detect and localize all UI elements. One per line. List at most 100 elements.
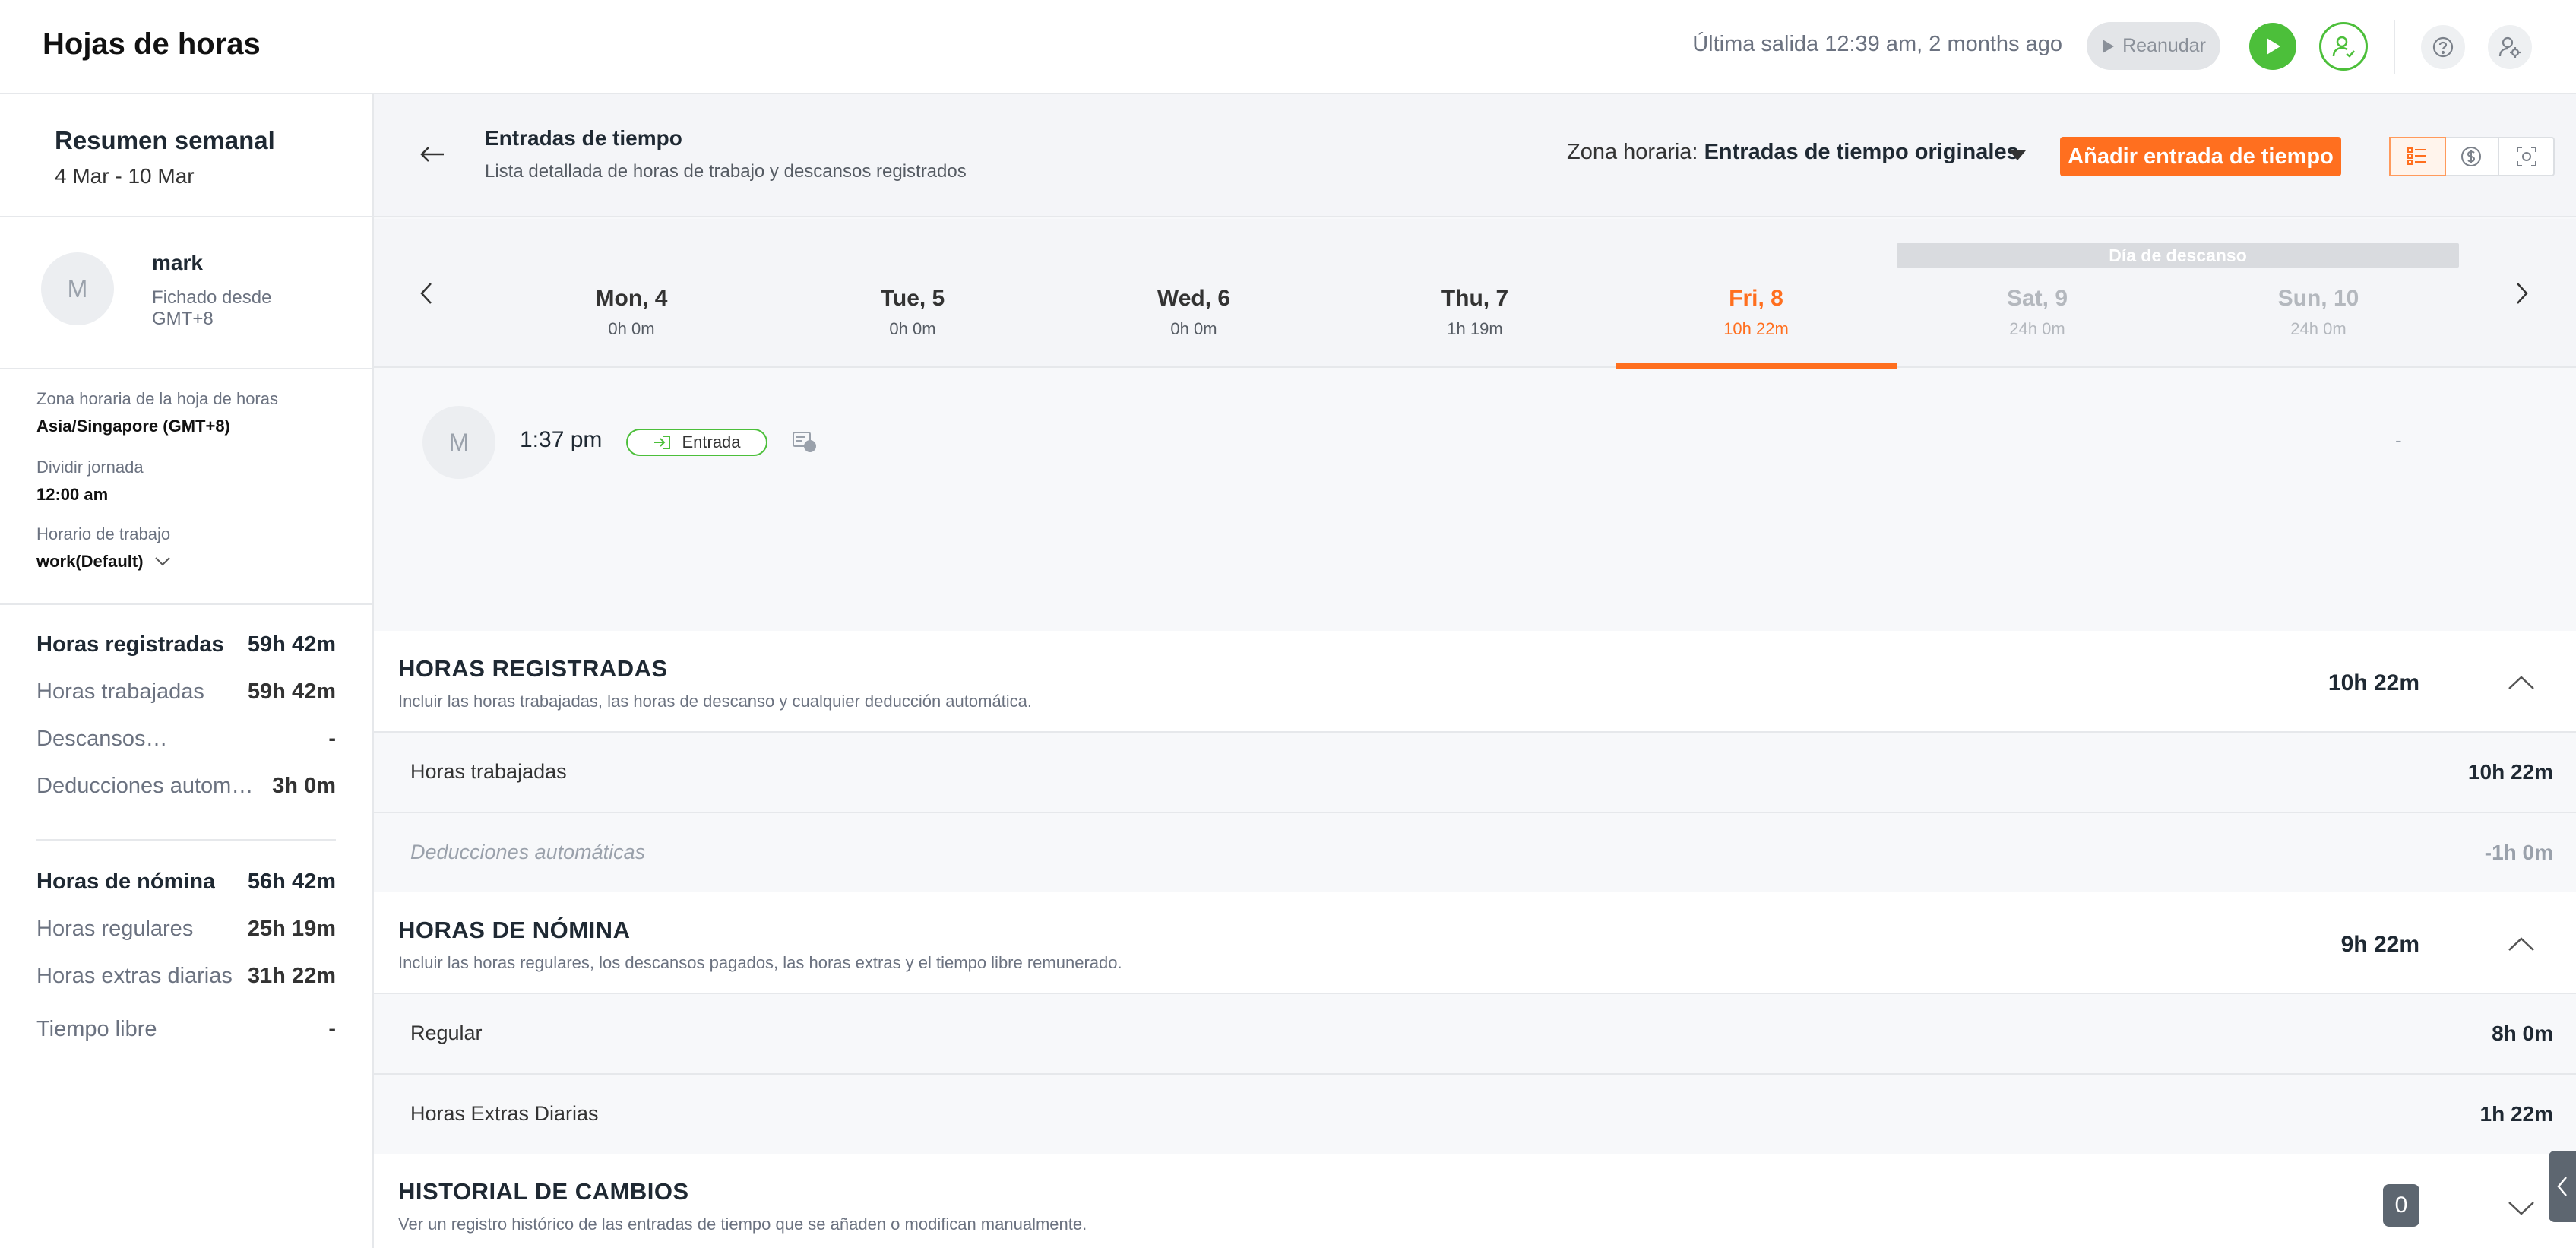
- time-entries-subtitle: Lista detallada de horas de trabajo y de…: [485, 161, 967, 182]
- day-hours: 10h 22m: [1723, 319, 1789, 338]
- chevron-up-icon[interactable]: [2508, 675, 2535, 694]
- previous-week-button[interactable]: [419, 278, 433, 312]
- photo-view-button[interactable]: [2499, 138, 2553, 175]
- stat-value: 59h 42m: [247, 679, 336, 704]
- day-tab-mon[interactable]: Mon, 4 0h 0m: [491, 286, 772, 339]
- stat-time-off: Tiempo libre -: [36, 1012, 336, 1046]
- day-name: Tue, 5: [880, 286, 945, 311]
- time-entries-panel: Entradas de tiempo Lista detallada de ho…: [374, 94, 2576, 1248]
- list-view-button[interactable]: [2389, 137, 2446, 176]
- tracked-hours-section[interactable]: HORAS REGISTRADAS Incluir las horas trab…: [374, 631, 2576, 733]
- stat-daily-overtime: Horas extras diarias 31h 22m: [36, 959, 336, 993]
- timesheet-timezone-value: Asia/Singapore (GMT+8): [36, 417, 230, 436]
- day-selector: Día de descanso Mon, 4 0h 0m Tue, 5 0h 0…: [374, 219, 2576, 369]
- day-tab-wed[interactable]: Wed, 6 0h 0m: [1053, 286, 1334, 339]
- next-week-button[interactable]: [2515, 278, 2529, 312]
- stat-label: Tiempo libre: [36, 1016, 157, 1041]
- face-scan-icon: [2516, 147, 2536, 166]
- day-hours: 0h 0m: [608, 319, 655, 338]
- time-entries-header: Entradas de tiempo Lista detallada de ho…: [374, 94, 2576, 217]
- settings-button[interactable]: [2488, 25, 2532, 69]
- resume-button[interactable]: Reanudar: [2087, 22, 2220, 70]
- note-icon: [793, 432, 816, 452]
- entry-note-button[interactable]: [792, 430, 818, 457]
- help-icon: [2432, 36, 2454, 58]
- user-check-icon: [2332, 36, 2355, 58]
- change-count-badge: 0: [2383, 1184, 2419, 1227]
- timesheet-timezone-label: Zona horaria de la hoja de horas: [36, 389, 278, 408]
- auto-deductions-row: Deducciones automáticas -1h 0m: [374, 813, 2576, 894]
- caret-down-icon[interactable]: [2009, 150, 2026, 160]
- work-schedule-label: Horario de trabajo: [36, 524, 171, 543]
- stat-value: 56h 42m: [247, 869, 336, 894]
- change-history-section[interactable]: HISTORIAL DE CAMBIOS Ver un registro his…: [374, 1154, 2576, 1248]
- day-name: Sun, 10: [2277, 286, 2359, 311]
- stat-auto-deductions: Deducciones automát... 3h 0m: [36, 769, 336, 803]
- timesheet-info: Zona horaria de la hoja de horas Asia/Si…: [0, 369, 372, 605]
- work-schedule-dropdown[interactable]: work(Default): [36, 552, 171, 572]
- chevron-down-icon[interactable]: [2508, 1201, 2535, 1220]
- day-hours: 0h 0m: [1170, 319, 1217, 338]
- clock-in-source: Fichado desde: [152, 287, 272, 308]
- pay-view-button[interactable]: [2445, 138, 2500, 175]
- page-title: Hojas de horas: [43, 27, 261, 61]
- day-tab-sat[interactable]: Sat, 9 24h 0m: [1897, 286, 2178, 339]
- back-button[interactable]: [419, 137, 445, 171]
- payroll-hours-section[interactable]: HORAS DE NÓMINA Incluir las horas regula…: [374, 892, 2576, 994]
- toolbar-divider: [2394, 20, 2395, 74]
- tracked-hours-subtitle: Incluir las horas trabajadas, las horas …: [398, 692, 1033, 711]
- day-hours: 1h 19m: [1447, 319, 1503, 338]
- user-clock-button[interactable]: [2319, 22, 2368, 71]
- entry-time[interactable]: 1:37 pm: [520, 427, 602, 453]
- day-tab-thu[interactable]: Thu, 7 1h 19m: [1334, 286, 1616, 339]
- list-icon: [2407, 147, 2427, 165]
- day-tab-tue[interactable]: Tue, 5 0h 0m: [772, 286, 1053, 339]
- help-button[interactable]: [2421, 25, 2465, 69]
- stat-label: Horas regulares: [36, 916, 194, 941]
- dollar-icon: [2461, 147, 2481, 166]
- change-history-title: HISTORIAL DE CAMBIOS: [398, 1178, 689, 1205]
- stat-value: 31h 22m: [247, 963, 336, 988]
- stat-payroll-hours: Horas de nómina 56h 42m: [36, 865, 336, 898]
- chevron-up-icon[interactable]: [2508, 936, 2535, 955]
- side-panel-toggle[interactable]: [2549, 1151, 2576, 1222]
- day-name: Mon, 4: [595, 286, 668, 311]
- avatar: M: [41, 252, 114, 325]
- chevron-left-icon: [420, 283, 432, 304]
- daily-overtime-row: Horas Extras Diarias 1h 22m: [374, 1075, 2576, 1155]
- stat-label: Deducciones automát...: [36, 773, 264, 798]
- day-name: Thu, 7: [1441, 286, 1509, 311]
- regular-hours-row: Regular 8h 0m: [374, 994, 2576, 1075]
- split-day-label: Dividir jornada: [36, 458, 144, 477]
- stat-value: -: [328, 726, 336, 751]
- clock-in-play-button[interactable]: [2249, 23, 2296, 70]
- day-name: Wed, 6: [1157, 286, 1231, 311]
- stat-label-group: Descansos REMUNERADO: [36, 727, 264, 752]
- payroll-hours-total: 9h 22m: [2340, 932, 2419, 957]
- stat-breaks: Descansos REMUNERADO -: [36, 722, 336, 755]
- stat-regular-hours: Horas regulares 25h 19m: [36, 912, 336, 946]
- user-name: mark: [152, 251, 203, 274]
- day-tab-sun[interactable]: Sun, 10 24h 0m: [2178, 286, 2459, 339]
- day-name: Fri, 8: [1729, 286, 1783, 311]
- view-toggle-group: [2389, 137, 2555, 176]
- row-label: Regular: [410, 1022, 483, 1044]
- change-history-subtitle: Ver un registro histórico de las entrada…: [398, 1215, 1087, 1234]
- time-entry-list: M 1:37 pm Entrada -: [374, 369, 2576, 631]
- stat-value: 25h 19m: [247, 916, 336, 941]
- row-label: Horas trabajadas: [410, 760, 567, 783]
- paid-badge: REMUNERADO: [154, 729, 264, 749]
- time-entries-title: Entradas de tiempo: [485, 126, 682, 150]
- play-icon: [2267, 38, 2280, 55]
- row-value: 8h 0m: [2492, 1022, 2553, 1045]
- timezone-selector[interactable]: Zona horaria: Entradas de tiempo origina…: [1567, 140, 2019, 165]
- day-tab-fri[interactable]: Fri, 8 10h 22m: [1616, 286, 1897, 339]
- add-time-entry-button[interactable]: Añadir entrada de tiempo: [2060, 137, 2341, 176]
- stat-label: Horas extras diarias: [36, 963, 233, 988]
- stat-label: Horas trabajadas: [36, 679, 204, 704]
- stats-divider: [36, 839, 336, 841]
- timezone-value: Entradas de tiempo originales: [1704, 140, 2019, 164]
- last-clock-out-text: Última salida 12:39 am, 2 months ago: [1692, 32, 2062, 56]
- day-name: Sat, 9: [2006, 286, 2068, 311]
- chevron-right-icon: [2517, 283, 2528, 304]
